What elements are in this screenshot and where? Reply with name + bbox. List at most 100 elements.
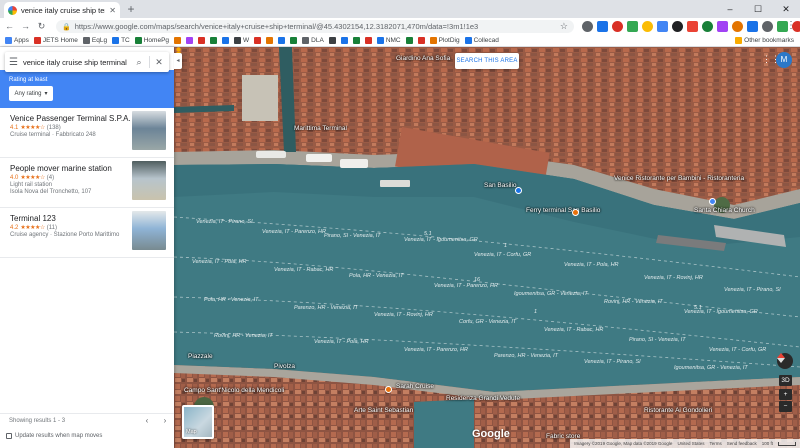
extension-icon[interactable] xyxy=(762,21,773,32)
bookmark-item[interactable] xyxy=(417,37,425,44)
satellite-map[interactable]: SEARCH THIS AREA ⋮⋮ M Venezia, IT - Pira… xyxy=(174,47,800,448)
result-thumbnail[interactable] xyxy=(132,161,166,200)
close-window-button[interactable]: ✕ xyxy=(772,0,800,18)
result-name[interactable]: Terminal 123 xyxy=(10,214,56,223)
bookmark-item[interactable] xyxy=(266,37,274,44)
extension-icon[interactable] xyxy=(672,21,683,32)
bookmark-item[interactable]: Collecad xyxy=(464,37,499,44)
map-type-toggle[interactable]: Map xyxy=(182,405,214,439)
extension-icon[interactable] xyxy=(642,21,653,32)
compass-icon[interactable] xyxy=(777,353,793,369)
minimize-button[interactable]: – xyxy=(716,0,744,18)
bookmark-item[interactable] xyxy=(174,37,182,44)
bookmark-item[interactable] xyxy=(290,37,298,44)
maximize-button[interactable]: ☐ xyxy=(744,0,772,18)
forward-arrow-icon[interactable]: → xyxy=(19,20,32,33)
bookmark-item[interactable] xyxy=(328,37,336,44)
extension-icon[interactable] xyxy=(747,21,758,32)
ferry-pin-icon[interactable] xyxy=(572,209,579,216)
bookmark-item[interactable]: NMC xyxy=(376,37,401,44)
bookmark-item[interactable] xyxy=(222,37,230,44)
back-arrow-icon[interactable]: ← xyxy=(3,20,16,33)
close-tab-icon[interactable]: ✕ xyxy=(109,6,116,15)
place-label[interactable]: San Basilio xyxy=(484,182,517,189)
bookmark-star-icon[interactable]: ☆ xyxy=(560,21,568,32)
place-label[interactable]: Piazzale xyxy=(188,353,213,360)
bookmark-item[interactable]: W xyxy=(234,37,249,44)
result-item[interactable]: Terminal 123 4.2 ★★★★☆ (11) Cruise agenc… xyxy=(0,208,174,258)
3d-toggle-button[interactable]: 3D xyxy=(779,375,792,386)
extension-icon[interactable] xyxy=(657,21,668,32)
terms-link[interactable]: Terms xyxy=(709,441,721,446)
url-text[interactable]: https://www.google.com/maps/search/venic… xyxy=(75,22,560,31)
place-label[interactable]: Venice Ristorante per Bambini - Ristoran… xyxy=(614,175,744,182)
extension-icon[interactable] xyxy=(687,21,698,32)
clear-search-icon[interactable]: ✕ xyxy=(153,57,165,68)
feedback-link[interactable]: Send feedback xyxy=(727,441,757,446)
search-this-area-button[interactable]: SEARCH THIS AREA xyxy=(455,53,519,69)
bookmark-item[interactable] xyxy=(198,37,206,44)
place-label[interactable]: Arte Saint Sebastian xyxy=(354,407,413,414)
rating-filter-button[interactable]: Any rating ▾ xyxy=(9,86,53,101)
bookmark-item[interactable] xyxy=(352,37,360,44)
region-link[interactable]: United States xyxy=(677,441,704,446)
extension-icon[interactable] xyxy=(612,21,623,32)
place-label[interactable]: Sarah Cruise xyxy=(396,383,434,390)
place-label[interactable]: Residenza Grandi Vedute xyxy=(446,395,520,402)
bookmark-item[interactable]: EqLg xyxy=(82,37,107,44)
update-results-toggle[interactable]: Update results when map moves xyxy=(6,433,102,439)
extension-icon[interactable] xyxy=(732,21,743,32)
reload-icon[interactable]: ↻ xyxy=(35,20,48,33)
apps-grid-icon[interactable]: ⋮⋮ xyxy=(762,54,780,65)
bookmark-item[interactable] xyxy=(278,37,286,44)
result-name[interactable]: People mover marine station xyxy=(10,164,112,173)
search-input[interactable] xyxy=(23,57,132,67)
address-bar[interactable]: 🔒 https://www.google.com/maps/search/ven… xyxy=(56,20,574,33)
place-label[interactable]: Pivolza xyxy=(274,363,295,370)
bookmark-item[interactable] xyxy=(405,37,413,44)
extension-icon[interactable] xyxy=(717,21,728,32)
browser-menu-icon[interactable]: ⋮ xyxy=(786,20,796,31)
church-pin-icon[interactable] xyxy=(709,198,716,205)
bookmark-item[interactable] xyxy=(210,37,218,44)
extension-icon[interactable] xyxy=(582,21,593,32)
place-label[interactable]: Campo Sant'Nicolo della Mendicoli xyxy=(184,387,284,394)
result-name[interactable]: Venice Passenger Terminal S.P.A. xyxy=(10,114,131,123)
place-label[interactable]: Santa Chiara Church xyxy=(694,207,755,214)
bookmark-item[interactable]: JETS Home xyxy=(33,37,78,44)
bookmark-item[interactable] xyxy=(254,37,262,44)
update-checkbox[interactable] xyxy=(6,433,12,439)
zoom-in-button[interactable]: + xyxy=(779,389,792,400)
place-label[interactable]: Giardino Ana Sofia xyxy=(396,55,450,62)
place-label[interactable]: Marittima Terminal xyxy=(294,125,347,132)
bookmark-item[interactable]: TC xyxy=(112,37,130,44)
bookmark-item[interactable]: Apps xyxy=(5,37,29,44)
bookmark-item[interactable]: DLA xyxy=(302,37,324,44)
result-thumbnail[interactable] xyxy=(132,111,166,150)
boat-pin-icon[interactable] xyxy=(385,386,392,393)
result-item[interactable]: Venice Passenger Terminal S.P.A. 4.1 ★★★… xyxy=(0,108,174,158)
other-bookmarks[interactable]: Other bookmarks xyxy=(735,37,794,44)
extension-icon[interactable] xyxy=(597,21,608,32)
result-item[interactable]: People mover marine station 4.0 ★★★★☆ (4… xyxy=(0,158,174,208)
extension-icon[interactable] xyxy=(702,21,713,32)
bookmark-item[interactable] xyxy=(364,37,372,44)
bookmark-item[interactable] xyxy=(340,37,348,44)
hamburger-menu-icon[interactable]: ☰ xyxy=(9,57,23,68)
previous-page-icon[interactable]: ‹ xyxy=(138,416,156,425)
place-label[interactable]: Ristorante Ai Gondolieri xyxy=(644,407,712,414)
search-icon[interactable]: ⌕ xyxy=(132,57,146,68)
browser-tab[interactable]: venice italy cruise ship terminal ✕ xyxy=(4,2,120,18)
next-page-icon[interactable]: › xyxy=(156,416,174,425)
account-avatar[interactable]: M xyxy=(776,52,792,68)
bookmark-item[interactable] xyxy=(186,37,194,44)
zoom-out-button[interactable]: − xyxy=(779,401,792,412)
result-thumbnail[interactable] xyxy=(132,211,166,250)
new-tab-button[interactable]: + xyxy=(124,2,138,16)
collapse-panel-button[interactable]: ◂ xyxy=(174,53,182,69)
place-label[interactable]: Ferry terminal San Basilio xyxy=(526,207,600,214)
ferry-pin-icon[interactable] xyxy=(515,187,522,194)
bookmark-item[interactable]: HomePg xyxy=(134,37,169,44)
extension-icon[interactable] xyxy=(627,21,638,32)
bookmark-item[interactable]: PlotDig xyxy=(429,37,460,44)
